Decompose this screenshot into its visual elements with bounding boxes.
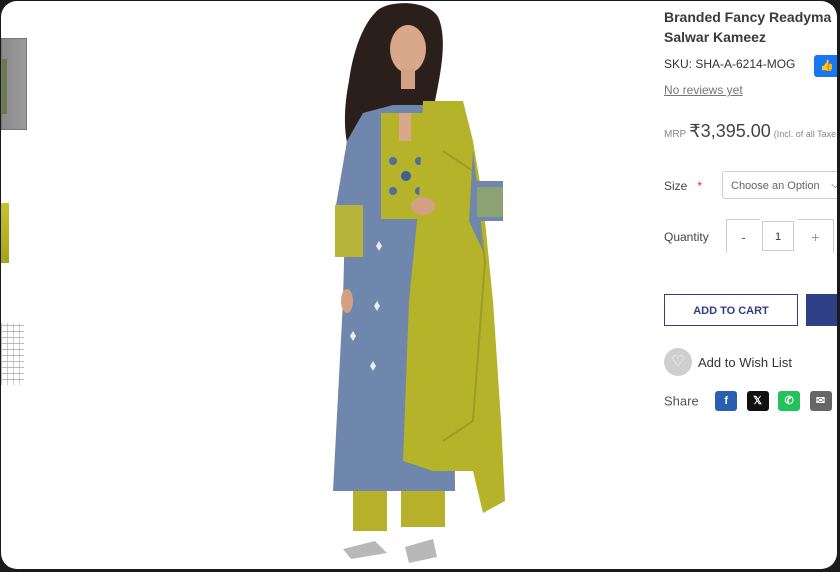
facebook-icon[interactable]: f: [715, 391, 738, 411]
product-sku: SKU: SHA-A-6214-MOG: [664, 57, 796, 71]
thumbs-up-icon: 👍: [820, 60, 834, 72]
add-to-cart-button[interactable]: ADD TO CART: [664, 294, 798, 326]
quantity-decrease-button[interactable]: -: [726, 219, 760, 253]
product-page: Branded Fancy Readyma Salwar Kameez SKU:…: [1, 1, 837, 569]
share-bar: Share f 𝕏 ✆ ✉: [664, 391, 837, 411]
product-info-panel: Branded Fancy Readyma Salwar Kameez SKU:…: [664, 1, 837, 569]
facebook-like-button[interactable]: 👍: [814, 55, 837, 77]
quantity-input[interactable]: 1: [762, 221, 794, 251]
product-title-line1: Branded Fancy Readyma: [664, 9, 832, 25]
wishlist-label: Add to Wish List: [698, 354, 792, 370]
required-mark: *: [697, 179, 703, 193]
size-select[interactable]: Choose an Option ⌵: [722, 171, 837, 199]
product-title: Branded Fancy Readyma Salwar Kameez: [664, 7, 837, 47]
tax-note: (Incl. of all Taxe: [773, 129, 837, 139]
thumbnail-size-chart[interactable]: [1, 323, 24, 385]
thumbnail-1[interactable]: [1, 38, 27, 130]
thumbnail-2[interactable]: [1, 203, 9, 263]
heart-icon: ♡: [664, 348, 692, 376]
product-title-line2: Salwar Kameez: [664, 29, 766, 45]
price-block: MRP ₹3,395.00 (Incl. of all Taxe: [664, 121, 836, 142]
size-select-value: Choose an Option: [731, 180, 820, 192]
quantity-label: Quantity: [664, 230, 709, 244]
mail-icon[interactable]: ✉: [809, 391, 832, 411]
buy-now-button[interactable]: [806, 294, 837, 326]
product-main-image[interactable]: [323, 1, 528, 569]
reviews-link[interactable]: No reviews yet: [664, 83, 743, 97]
product-price: ₹3,395.00: [689, 121, 771, 141]
share-label: Share: [664, 393, 699, 409]
whatsapp-icon[interactable]: ✆: [778, 391, 801, 411]
quantity-increase-button[interactable]: +: [798, 219, 834, 253]
mrp-label: MRP: [664, 129, 687, 140]
size-label: Size *: [664, 179, 703, 193]
wishlist-button[interactable]: ♡ Add to Wish List: [664, 348, 792, 376]
x-icon[interactable]: 𝕏: [746, 391, 769, 411]
chevron-down-icon: ⌵: [831, 180, 837, 191]
